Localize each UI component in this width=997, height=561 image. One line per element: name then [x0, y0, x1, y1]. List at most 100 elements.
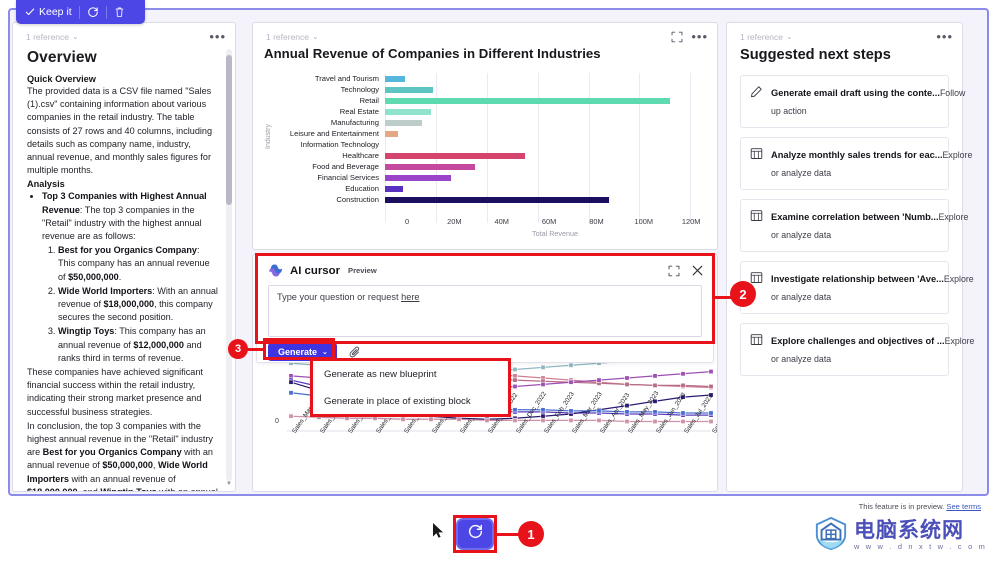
company-value: $50,000,000: [68, 271, 119, 282]
line-marker: [344, 415, 350, 421]
suggestion-item-2[interactable]: Examine correlation between 'Numb...Expl…: [740, 199, 968, 252]
line-marker: [708, 410, 714, 416]
chart-bar-track: [385, 128, 703, 139]
overview-card-header: 1 reference ⌄ •••: [13, 23, 235, 45]
keep-it-toolbar[interactable]: Keep it: [16, 0, 145, 24]
chevron-down-icon[interactable]: ⌄: [72, 33, 79, 41]
line-marker: [568, 379, 574, 385]
chart-reference-chip[interactable]: 1 reference ⌄: [262, 30, 323, 44]
chart-category-label: Technology: [340, 85, 379, 94]
suggestion-title: Explore challenges and objectives of ...: [771, 336, 945, 346]
watermark-name: 电脑系统网: [853, 519, 964, 542]
x-axis-title: Total Revenue: [532, 229, 578, 238]
more-options-icon[interactable]: •••: [691, 30, 708, 43]
preview-badge: Preview: [348, 266, 377, 275]
line-marker: [540, 364, 546, 370]
quick-overview-heading: Quick Overview: [27, 74, 96, 84]
regenerate-icon: [467, 523, 484, 545]
generate-button[interactable]: Generate ⌄: [268, 343, 337, 361]
chart-category-label: Leisure and Entertainment: [289, 129, 379, 138]
analysis-paragraph-2: These companies have achieved significan…: [27, 367, 203, 417]
chart-category-label: Retail: [359, 96, 379, 105]
line-chart-y-zero: 0: [275, 418, 279, 425]
chart-bar: [385, 152, 525, 159]
p3-t4: , and: [78, 487, 101, 491]
line-marker: [512, 373, 518, 379]
see-terms-link[interactable]: See terms: [946, 502, 981, 511]
scrollbar-thumb[interactable]: [226, 55, 232, 205]
line-marker: [652, 382, 658, 388]
chart-x-tick: 0: [404, 217, 410, 226]
line-marker: [540, 407, 546, 413]
line-marker: [540, 413, 546, 419]
regenerate-button[interactable]: [456, 518, 494, 550]
scroll-down-arrow[interactable]: ▼: [226, 481, 232, 487]
chart-x-tick: 40M: [494, 217, 509, 226]
line-marker: [624, 381, 630, 387]
line-marker: [680, 410, 686, 416]
chart-bar: [385, 174, 452, 181]
suggestions-title: Suggested next steps: [740, 47, 891, 63]
suggestion-item-3[interactable]: Investigate relationship between 'Ave...…: [740, 261, 974, 314]
chart-bar: [385, 196, 609, 203]
chart-category-label: Real Estate: [339, 107, 379, 116]
bar-chart-card: 1 reference ⌄ ••• Annual Revenue of Comp…: [252, 22, 718, 250]
line-marker: [652, 419, 658, 425]
regenerate-button-wrap: [456, 518, 494, 550]
chart-category-label: Financial Services: [317, 173, 379, 182]
chevron-down-icon[interactable]: ⌄: [322, 348, 328, 356]
suggestions-reference-chip[interactable]: 1 reference ⌄: [736, 30, 797, 44]
suggestion-title: Analyze monthly sales trends for eac...: [771, 150, 943, 160]
p3-t3: with an annual revenue of: [68, 473, 176, 484]
chart-bar: [385, 130, 398, 137]
chevron-down-icon[interactable]: ⌄: [312, 33, 319, 41]
chart-x-tick: 20M: [447, 217, 462, 226]
expand-icon[interactable]: [668, 265, 680, 277]
paperclip-icon[interactable]: [349, 346, 362, 359]
overview-reference-label: 1 reference: [26, 32, 69, 42]
suggestion-item-0[interactable]: Generate email draft using the conte...F…: [740, 75, 965, 128]
more-options-icon[interactable]: •••: [936, 30, 953, 43]
regenerate-button[interactable]: [87, 6, 99, 18]
menu-item-generate-in-place[interactable]: Generate in place of existing block: [313, 388, 508, 415]
more-options-icon[interactable]: •••: [209, 30, 226, 43]
chart-bar-track: [385, 172, 703, 183]
line-marker: [288, 373, 294, 379]
chart-reference-label: 1 reference: [266, 32, 309, 42]
page-title: Overview: [27, 49, 97, 66]
overview-scrollbar[interactable]: [226, 49, 232, 481]
analysis-bullet-list: Top 3 Companies with Highest Annual Reve…: [27, 190, 219, 365]
line-marker: [624, 419, 630, 425]
chart-bar: [385, 108, 431, 115]
preview-note-text: This feature is in preview.: [858, 502, 947, 511]
delete-button[interactable]: [114, 6, 125, 18]
expand-icon[interactable]: [671, 31, 683, 43]
ai-prompt-here-link[interactable]: here: [401, 292, 419, 302]
overview-card: 1 reference ⌄ ••• Overview Quick Overvie…: [12, 22, 236, 492]
ai-prompt-input[interactable]: Type your question or request here: [268, 285, 702, 337]
chart-category-label: Information Technology: [300, 140, 379, 149]
keep-it-button[interactable]: Keep it: [25, 6, 72, 18]
line-marker: [680, 371, 686, 377]
chart-bar: [385, 75, 406, 82]
line-marker: [512, 407, 518, 413]
chart-bar-row: Retail: [275, 95, 703, 106]
chart-bar: [385, 97, 670, 104]
chart-bar: [385, 86, 434, 93]
menu-item-generate-new-blueprint[interactable]: Generate as new blueprint: [313, 361, 508, 388]
chart-x-tick: 60M: [541, 217, 557, 226]
suggestion-item-4[interactable]: Explore challenges and objectives of ...…: [740, 323, 974, 376]
list-item: Wingtip Toys: This company has an annual…: [58, 325, 219, 365]
company-value: $18,000,000: [103, 299, 155, 310]
line-marker: [596, 417, 602, 423]
suggestion-item-1[interactable]: Analyze monthly sales trends for eac...E…: [740, 137, 972, 190]
chevron-down-icon[interactable]: ⌄: [786, 33, 793, 41]
generate-dropdown-menu[interactable]: Generate as new blueprint Generate in pl…: [312, 360, 509, 415]
close-icon[interactable]: [692, 265, 703, 276]
p3-value-2: $18,000,000: [27, 487, 78, 491]
annotation-leader-2: [712, 296, 732, 299]
line-marker: [288, 379, 294, 385]
line-marker: [428, 416, 434, 422]
chart-bar-track: [385, 161, 703, 172]
overview-reference-chip[interactable]: 1 reference ⌄: [22, 30, 83, 44]
